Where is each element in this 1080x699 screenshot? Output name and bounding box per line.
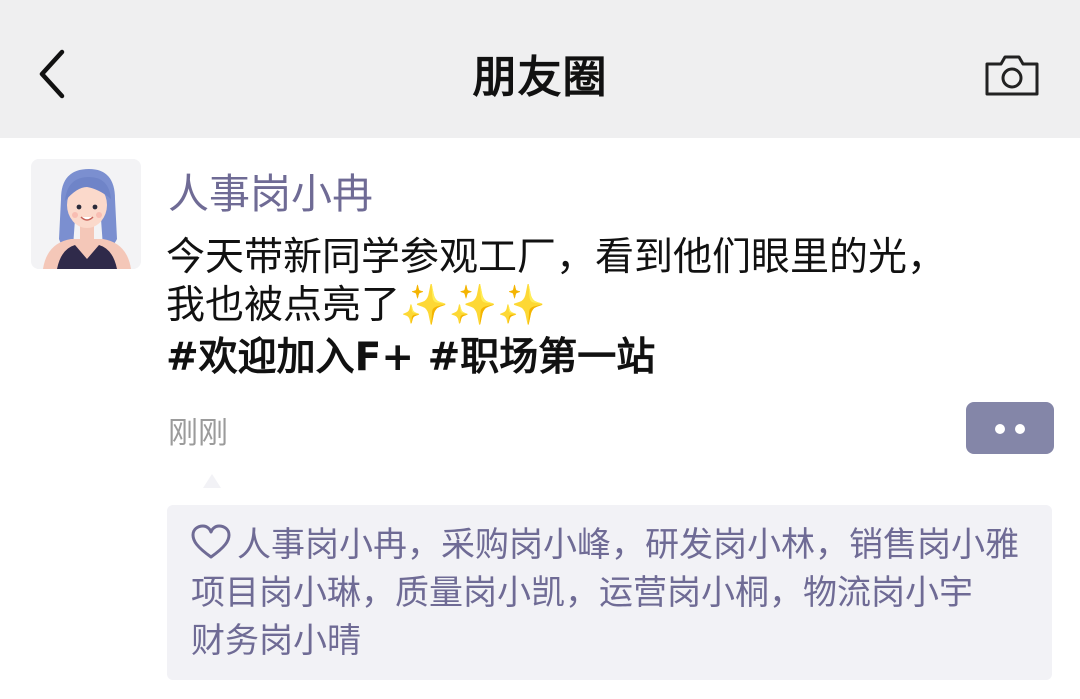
post-text: 今天带新同学参观工厂，看到他们眼里的光， 我也被点亮了✨✨✨ [166,234,946,330]
post-text-fragment: 我也被点亮了 [166,283,401,328]
likes-line[interactable]: 财务岗小晴 [191,617,1019,665]
post-timestamp: 刚刚 [168,416,228,451]
likes-names[interactable]: 人事岗小冉，采购岗小峰，研发岗小林，销售岗小雅 [237,525,1019,565]
avatar[interactable] [31,159,141,269]
more-dots-icon [1015,424,1025,434]
woman-avatar-icon [31,159,141,269]
likes-list: 人事岗小冉，采购岗小峰，研发岗小林，销售岗小雅 项目岗小琳，质量岗小凯，运营岗小… [191,521,1019,665]
heart-outline-icon [191,524,231,559]
author-name[interactable]: 人事岗小冉 [168,168,373,220]
post-text-line: 我也被点亮了✨✨✨ [166,282,946,330]
more-actions-button[interactable] [966,402,1054,454]
top-nav-bar: 朋友圈 [0,0,1080,138]
page-title: 朋友圈 [472,52,608,103]
more-dots-icon [995,424,1005,434]
camera-icon [985,55,1039,96]
post-hashtags[interactable]: #欢迎加入F+ #职场第一站 [166,334,655,382]
likes-line: 人事岗小冉，采购岗小峰，研发岗小林，销售岗小雅 [191,521,1019,569]
post-text-line: 今天带新同学参观工厂，看到他们眼里的光， [166,235,947,280]
likes-caret [203,474,221,488]
likes-panel: 人事岗小冉，采购岗小峰，研发岗小林，销售岗小雅 项目岗小琳，质量岗小凯，运营岗小… [167,505,1052,680]
camera-button[interactable] [983,52,1041,98]
likes-line[interactable]: 项目岗小琳，质量岗小凯，运营岗小桐，物流岗小宇 [191,569,1019,617]
sparkles-icon: ✨✨✨ [400,283,546,328]
